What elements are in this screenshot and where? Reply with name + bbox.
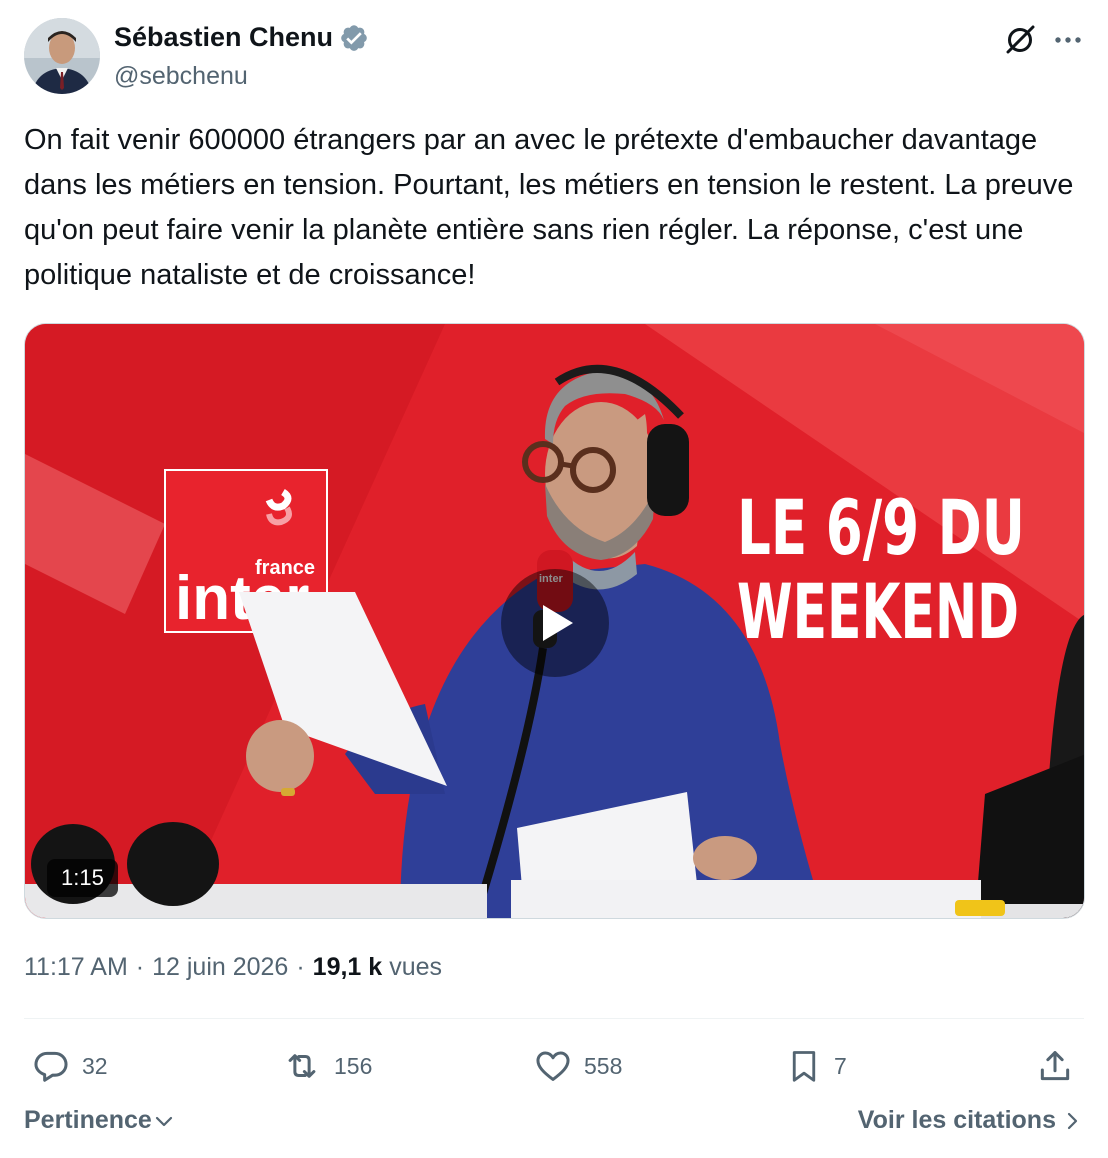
action-bar: 32 156 558 7 (24, 1040, 1084, 1092)
quotes-label: Voir les citations (857, 1106, 1056, 1134)
repost-button[interactable]: 156 (282, 1040, 372, 1092)
avatar[interactable] (24, 18, 100, 94)
name-row: Sébastien Chenu (114, 22, 369, 53)
bookmark-icon (792, 1051, 816, 1082)
chevron-right-icon (1067, 1112, 1078, 1129)
share-icon (1040, 1051, 1070, 1081)
reply-count: 32 (82, 1052, 108, 1079)
repost-count: 156 (334, 1052, 373, 1079)
meta-separator: · (135, 953, 145, 981)
banner-line2: WEEKEND (737, 567, 1019, 656)
view-quotes-link[interactable]: Voir les citations (858, 1106, 1082, 1135)
views-count: 19,1 k (312, 953, 383, 981)
share-button[interactable] (1036, 1040, 1074, 1092)
video-duration: 1:15 (47, 859, 118, 897)
play-button[interactable] (501, 569, 609, 677)
play-icon (543, 605, 573, 641)
tweet-header: Sébastien Chenu @sebchenu (24, 18, 1084, 98)
video-player[interactable]: france inter LE 6/9 DU WEEKEND inter 1:1… (24, 323, 1085, 919)
chevron-down-icon (155, 1116, 172, 1126)
repost-icon (288, 1054, 316, 1078)
reply-icon (34, 1051, 68, 1082)
tweet-time[interactable]: 11:17 AM (24, 953, 128, 982)
like-icon (536, 1051, 570, 1081)
grok-icon[interactable] (1002, 22, 1038, 58)
sort-label: Pertinence (24, 1106, 152, 1134)
meta-separator: · (296, 953, 305, 981)
handle[interactable]: @sebchenu (114, 62, 248, 91)
like-button[interactable]: 558 (534, 1040, 622, 1092)
verified-badge-icon[interactable] (339, 23, 369, 53)
reply-button[interactable]: 32 (32, 1040, 108, 1092)
tweet-meta: 11:17 AM · 12 juin 2026 · 19,1 k vues (24, 953, 442, 982)
divider (24, 1018, 1084, 1019)
tweet-text: On fait venir 600000 étrangers par an av… (24, 124, 1074, 291)
like-count: 558 (584, 1052, 623, 1079)
tweet-date[interactable]: 12 juin 2026 (152, 953, 288, 982)
bookmark-count: 7 (834, 1052, 847, 1079)
sort-dropdown[interactable]: Pertinence (24, 1106, 174, 1135)
views-label: vues (389, 953, 442, 981)
more-icon[interactable] (1050, 22, 1086, 58)
display-name[interactable]: Sébastien Chenu (114, 22, 333, 53)
bookmark-button[interactable]: 7 (786, 1040, 847, 1092)
banner-line1: LE 6/9 DU (737, 483, 1025, 572)
